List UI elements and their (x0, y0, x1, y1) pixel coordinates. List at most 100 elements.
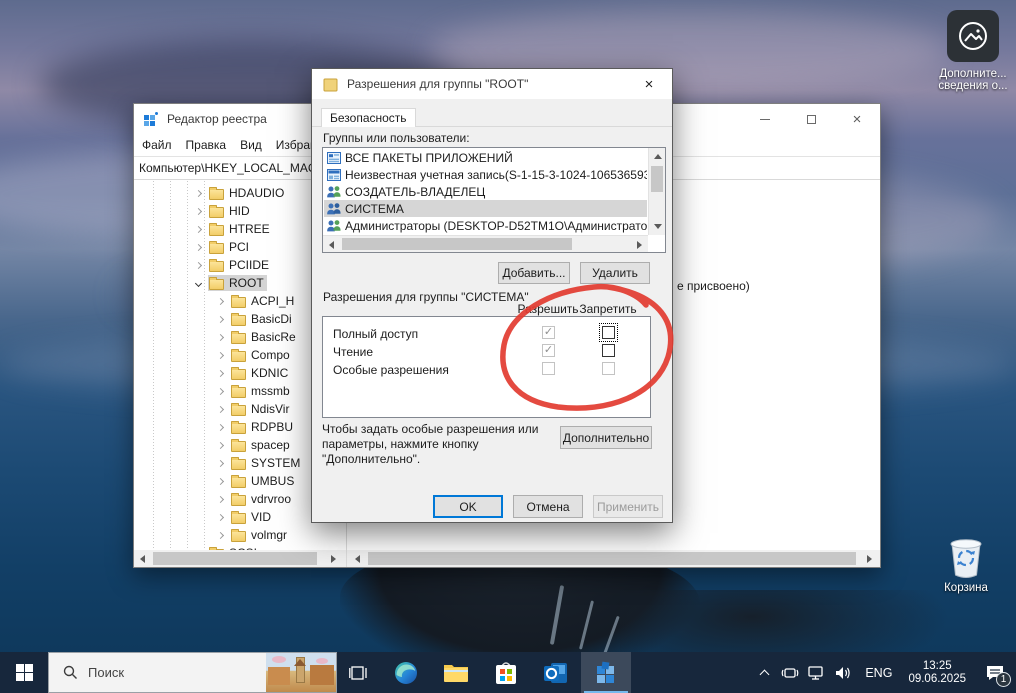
chevron-right-icon[interactable] (217, 513, 224, 520)
allow-checkbox-read[interactable] (542, 344, 555, 357)
scroll-down-arrow[interactable] (649, 218, 666, 235)
taskbar-edge[interactable] (381, 652, 431, 693)
tree-item[interactable]: UMBUS (134, 472, 329, 490)
menu-edit[interactable]: Правка (186, 138, 227, 152)
cancel-button[interactable]: Отмена (513, 495, 583, 518)
chevron-right-icon[interactable] (217, 441, 224, 448)
tree-horizontal-scrollbar[interactable] (134, 550, 346, 567)
network-button[interactable] (803, 652, 829, 693)
tree-item[interactable]: HTREE (134, 220, 329, 238)
tree-item[interactable]: spacep (134, 436, 329, 454)
search-input[interactable]: Поиск (48, 652, 337, 693)
language-indicator[interactable]: ENG (857, 652, 900, 693)
scrollbar-thumb[interactable] (368, 552, 856, 565)
scroll-up-arrow[interactable] (649, 148, 666, 165)
tree-item[interactable]: NdisVir (134, 400, 329, 418)
chevron-right-icon[interactable] (217, 405, 224, 412)
chevron-right-icon[interactable] (217, 369, 224, 376)
notification-center-button[interactable]: 1 (974, 652, 1016, 693)
list-vertical-scrollbar[interactable] (648, 148, 665, 235)
deny-checkbox-read[interactable] (602, 344, 615, 357)
chevron-right-icon[interactable] (195, 207, 202, 214)
remove-button[interactable]: Удалить (580, 262, 650, 284)
tree-item[interactable]: HDAUDIO (134, 184, 329, 202)
group-row-selected[interactable]: СИСТЕМА (324, 200, 647, 217)
tree-item[interactable]: volmgr (134, 526, 329, 544)
scroll-right-arrow[interactable] (861, 550, 878, 567)
desktop-icon-recycle-bin[interactable]: Корзина (934, 532, 998, 594)
group-row[interactable]: Неизвестная учетная запись(S-1-15-3-1024… (324, 166, 647, 183)
chevron-right-icon[interactable] (217, 459, 224, 466)
tree-item[interactable]: BasicDi (134, 310, 329, 328)
taskbar-file-explorer[interactable] (431, 652, 481, 693)
scroll-left-arrow[interactable] (323, 236, 340, 253)
chevron-right-icon[interactable] (217, 297, 224, 304)
close-button[interactable]: × (834, 104, 880, 134)
tree-item[interactable]: mssmb (134, 382, 329, 400)
tree-item[interactable]: PCI (134, 238, 329, 256)
pane-horizontal-scrollbar[interactable] (347, 550, 880, 567)
tree-item[interactable]: SYSTEM (134, 454, 329, 472)
tab-security[interactable]: Безопасность (321, 108, 416, 127)
deny-checkbox-special[interactable] (602, 362, 615, 375)
clock[interactable]: 13:2509.06.2025 (900, 652, 974, 693)
list-horizontal-scrollbar[interactable] (323, 235, 648, 252)
group-row[interactable]: СОЗДАТЕЛЬ-ВЛАДЕЛЕЦ (324, 183, 647, 200)
taskbar-regedit-active[interactable] (581, 652, 631, 693)
scroll-left-arrow[interactable] (134, 550, 151, 567)
tree-item[interactable]: HID (134, 202, 329, 220)
group-row[interactable]: Администраторы (DESKTOP-D52TM1O\Админист… (324, 217, 647, 234)
tree-item[interactable]: KDNIC (134, 364, 329, 382)
tree-item[interactable]: vdrvroo (134, 490, 329, 508)
search-daily-image[interactable] (266, 653, 336, 692)
chevron-right-icon[interactable] (217, 351, 224, 358)
tree-item[interactable]: PCIIDE (134, 256, 329, 274)
tray-expand-button[interactable] (751, 652, 777, 693)
menu-view[interactable]: Вид (240, 138, 262, 152)
taskbar-outlook[interactable] (531, 652, 581, 693)
tree-item[interactable]: BasicRe (134, 328, 329, 346)
chevron-right-icon[interactable] (217, 531, 224, 538)
chevron-right-icon[interactable] (217, 333, 224, 340)
advanced-button[interactable]: Дополнительно (560, 426, 652, 449)
minimize-button[interactable] (742, 104, 788, 134)
scrollbar-thumb[interactable] (342, 238, 572, 250)
tree-item[interactable]: VID (134, 508, 329, 526)
ok-button[interactable]: OK (433, 495, 503, 518)
menu-file[interactable]: Файл (142, 138, 172, 152)
chevron-down-icon[interactable] (195, 279, 202, 286)
meet-now-button[interactable] (777, 652, 803, 693)
maximize-button[interactable] (788, 104, 834, 134)
tree-item[interactable]: ACPI_H (134, 292, 329, 310)
desktop-icon-info[interactable]: Дополните... сведения о... (930, 10, 1016, 92)
chevron-right-icon[interactable] (195, 261, 202, 268)
scroll-right-arrow[interactable] (631, 236, 648, 253)
dialog-titlebar[interactable]: Разрешения для группы "ROOT" × (312, 69, 672, 99)
deny-checkbox-full-control[interactable] (602, 326, 615, 339)
taskbar-store[interactable] (481, 652, 531, 693)
scrollbar-thumb[interactable] (651, 166, 663, 192)
dialog-close-button[interactable]: × (626, 69, 672, 99)
tree-item[interactable]: RDPBU (134, 418, 329, 436)
start-button[interactable] (0, 652, 48, 693)
apply-button[interactable]: Применить (593, 495, 663, 518)
tree-item-root[interactable]: ROOT (134, 274, 329, 292)
chevron-right-icon[interactable] (195, 225, 202, 232)
chevron-right-icon[interactable] (195, 189, 202, 196)
chevron-right-icon[interactable] (195, 243, 202, 250)
task-view-button[interactable] (337, 652, 381, 693)
allow-checkbox-special[interactable] (542, 362, 555, 375)
add-button[interactable]: Добавить... (498, 262, 570, 284)
chevron-right-icon[interactable] (217, 495, 224, 502)
scrollbar-thumb[interactable] (153, 552, 317, 565)
chevron-right-icon[interactable] (217, 387, 224, 394)
groups-listbox[interactable]: ВСЕ ПАКЕТЫ ПРИЛОЖЕНИЙ Неизвестная учетна… (322, 147, 666, 253)
scroll-left-arrow[interactable] (349, 550, 366, 567)
tree-item[interactable]: Compo (134, 346, 329, 364)
scroll-right-arrow[interactable] (325, 550, 342, 567)
volume-button[interactable] (829, 652, 857, 693)
chevron-right-icon[interactable] (217, 315, 224, 322)
allow-checkbox-full-control[interactable] (542, 326, 555, 339)
chevron-right-icon[interactable] (217, 477, 224, 484)
group-row[interactable]: ВСЕ ПАКЕТЫ ПРИЛОЖЕНИЙ (324, 149, 647, 166)
